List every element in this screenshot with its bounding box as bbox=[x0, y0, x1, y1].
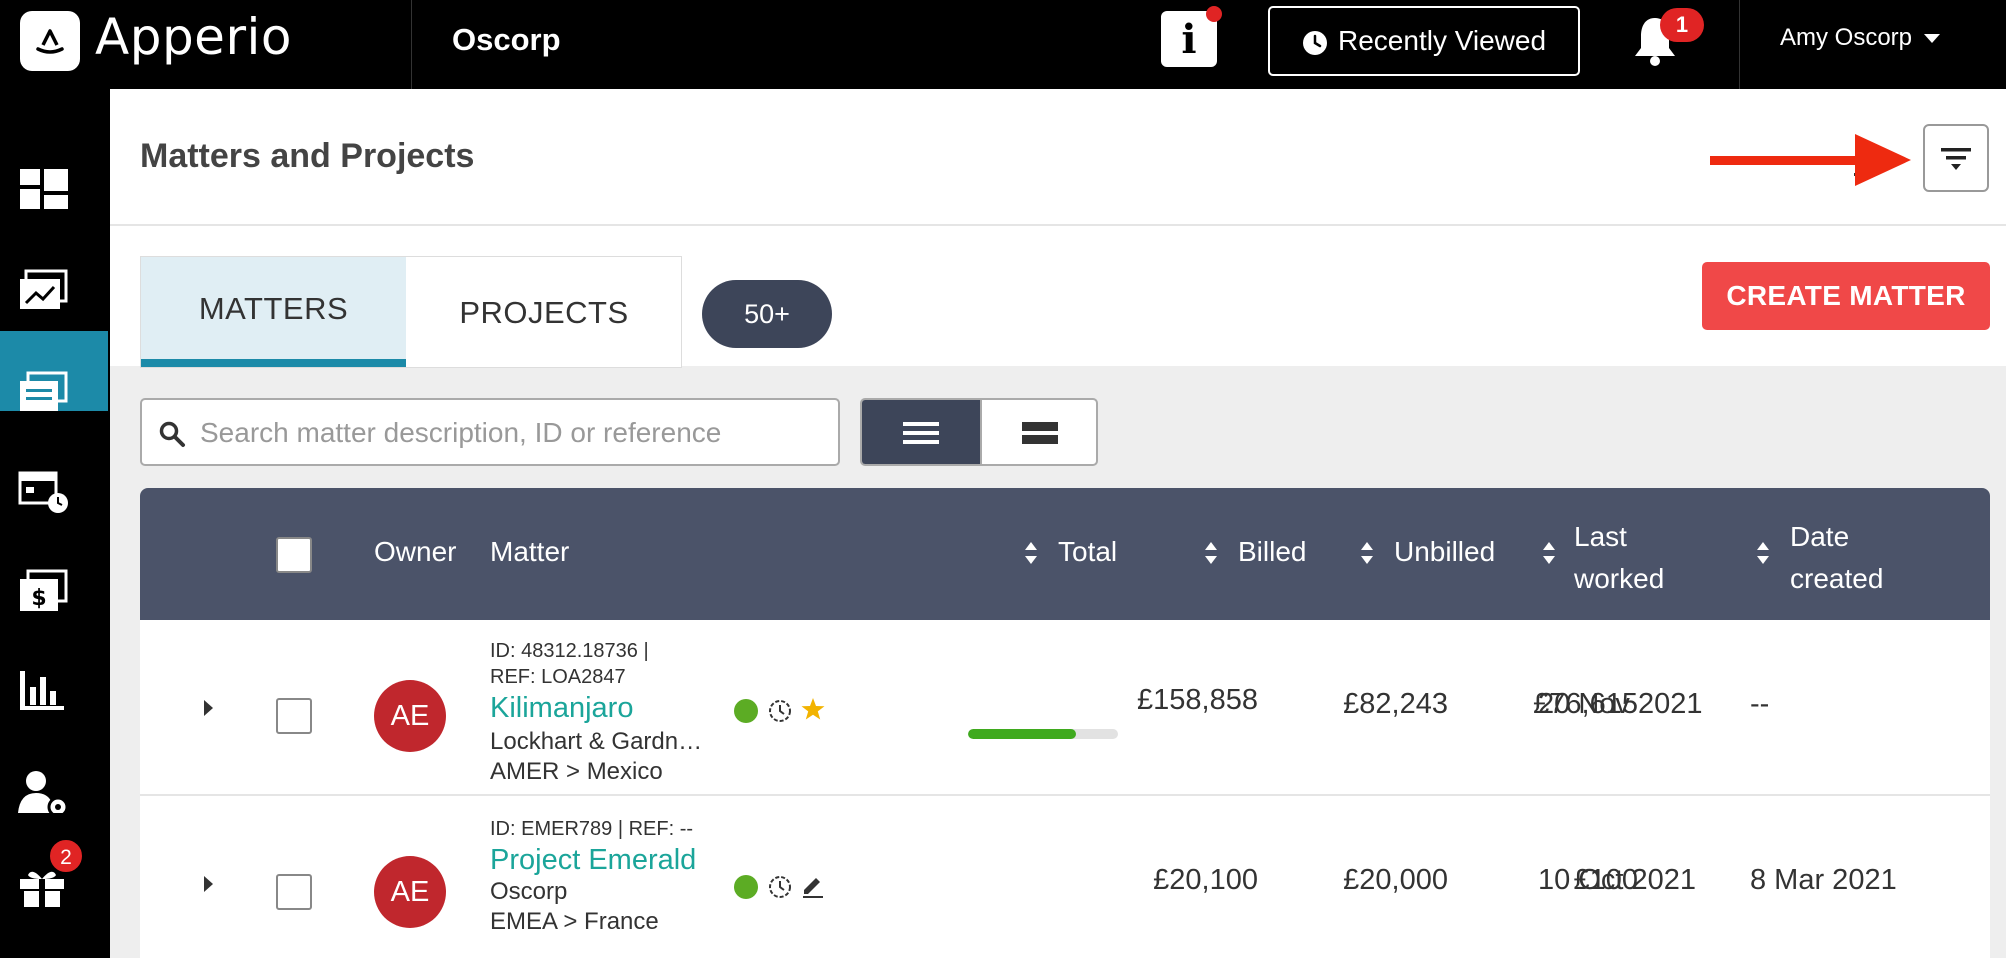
matter-project-tabs: MATTERS PROJECTS bbox=[140, 256, 682, 368]
invoices-icon: $ bbox=[20, 569, 68, 611]
sidebar: $ 2 bbox=[0, 89, 110, 958]
column-last-worked[interactable]: Last worked bbox=[1574, 516, 1664, 600]
timekeeping-icon bbox=[18, 471, 68, 513]
matter-id: ID: EMER789 | REF: -- bbox=[490, 818, 694, 840]
annotation-arrow bbox=[1710, 156, 1860, 165]
sidebar-item-reports[interactable] bbox=[0, 653, 108, 733]
billing-progress-fill bbox=[968, 729, 1076, 739]
edit-icon[interactable] bbox=[800, 872, 826, 898]
matter-name-link[interactable]: Project Emerald bbox=[490, 844, 696, 877]
sidebar-item-dashboard[interactable] bbox=[0, 151, 108, 231]
sidebar-item-analytics[interactable] bbox=[0, 253, 108, 333]
search-box bbox=[140, 398, 840, 466]
matter-name-link[interactable]: Kilimanjaro bbox=[490, 692, 633, 725]
sidebar-item-user-settings[interactable] bbox=[0, 753, 108, 833]
gift-count-badge: 2 bbox=[48, 838, 84, 874]
client-name: Oscorp bbox=[490, 878, 568, 905]
sort-icon[interactable] bbox=[1542, 541, 1556, 565]
column-matter[interactable]: Matter bbox=[490, 536, 569, 568]
tab-projects[interactable]: PROJECTS bbox=[406, 257, 682, 367]
table-row[interactable]: AE ID: EMER789 | REF: -- Project Emerald… bbox=[140, 798, 1990, 958]
row-checkbox[interactable] bbox=[276, 698, 312, 734]
notification-count-badge: 1 bbox=[1660, 8, 1704, 42]
client-name: Lockhart & Gardn… bbox=[490, 728, 703, 755]
filter-icon bbox=[1941, 148, 1971, 170]
clock-icon bbox=[1303, 31, 1327, 55]
status-active-icon bbox=[734, 699, 758, 723]
user-settings-icon bbox=[18, 771, 69, 813]
column-date-created-line2: created bbox=[1790, 563, 1884, 594]
last-worked-date: 10 Oct 2021 bbox=[1538, 864, 1696, 896]
sidebar-item-timekeeping[interactable] bbox=[0, 453, 108, 533]
column-last-worked-line1: Last bbox=[1574, 521, 1627, 552]
reports-icon bbox=[20, 671, 64, 710]
user-menu[interactable]: Amy Oscorp bbox=[1780, 24, 1912, 52]
list-compact-icon bbox=[903, 422, 939, 444]
apperio-logo-icon[interactable] bbox=[20, 11, 80, 71]
filter-button[interactable] bbox=[1923, 124, 1989, 192]
table-row[interactable]: AE ID: 48312.18736 | REF: LOA2847 Kilima… bbox=[140, 620, 1990, 796]
analytics-icon bbox=[20, 269, 68, 309]
star-icon[interactable] bbox=[800, 696, 826, 722]
column-billed[interactable]: Billed bbox=[1238, 536, 1306, 568]
matters-icon bbox=[20, 371, 68, 411]
last-worked-date: 20 Nov 2021 bbox=[1538, 688, 1703, 720]
divider bbox=[411, 0, 412, 89]
create-matter-button[interactable]: CREATE MATTER bbox=[1702, 262, 1990, 330]
row-checkbox[interactable] bbox=[276, 874, 312, 910]
sort-icon[interactable] bbox=[1204, 541, 1218, 565]
date-created: -- bbox=[1750, 688, 1770, 720]
status-active-icon bbox=[734, 875, 758, 899]
view-toggle bbox=[860, 398, 1098, 466]
select-all-checkbox[interactable] bbox=[276, 537, 312, 573]
search-icon bbox=[159, 421, 185, 447]
column-date-created-line1: Date bbox=[1790, 521, 1850, 552]
history-icon[interactable] bbox=[767, 698, 793, 724]
history-icon[interactable] bbox=[767, 874, 793, 900]
chevron-down-icon[interactable] bbox=[1924, 34, 1940, 43]
brand-name[interactable]: Apperio bbox=[95, 8, 292, 66]
column-owner[interactable]: Owner bbox=[374, 536, 456, 568]
matter-id: ID: 48312.18736 | bbox=[490, 640, 649, 662]
column-last-worked-line2: worked bbox=[1574, 563, 1665, 594]
recently-viewed-button[interactable]: Recently Viewed bbox=[1268, 6, 1580, 76]
search-input[interactable] bbox=[200, 412, 820, 454]
avatar: AE bbox=[374, 680, 446, 752]
expand-row-icon[interactable] bbox=[204, 700, 213, 716]
expand-row-icon[interactable] bbox=[204, 876, 213, 892]
region: AMER > Mexico bbox=[490, 758, 663, 785]
matter-ref: REF: LOA2847 bbox=[490, 666, 626, 688]
svg-text:$: $ bbox=[31, 586, 46, 611]
dashboard-icon bbox=[20, 169, 68, 209]
divider bbox=[110, 224, 2006, 226]
table-header: Owner Matter Total Billed Unbilled Last … bbox=[140, 488, 1990, 620]
info-notification-dot bbox=[1206, 6, 1222, 22]
region: EMEA > France bbox=[490, 908, 659, 935]
sort-icon[interactable] bbox=[1756, 541, 1770, 565]
sidebar-item-matters[interactable] bbox=[0, 331, 108, 411]
annotation-arrow-head bbox=[1855, 134, 1911, 186]
compact-view-button[interactable] bbox=[862, 400, 980, 464]
tab-matters[interactable]: MATTERS bbox=[141, 257, 406, 367]
expanded-view-button[interactable] bbox=[980, 400, 1096, 464]
org-name: Oscorp bbox=[452, 22, 561, 57]
matter-count-badge: 50+ bbox=[702, 280, 832, 348]
list-expanded-icon bbox=[1022, 422, 1058, 444]
column-date-created[interactable]: Date created bbox=[1790, 516, 1883, 600]
matters-table: Owner Matter Total Billed Unbilled Last … bbox=[140, 488, 1990, 958]
top-bar: Apperio Oscorp i Recently Viewed 1 Amy O… bbox=[0, 0, 2006, 89]
billing-progress-bar bbox=[968, 729, 1118, 739]
column-total[interactable]: Total bbox=[1058, 536, 1117, 568]
date-created: 8 Mar 2021 bbox=[1750, 864, 1897, 896]
avatar: AE bbox=[374, 856, 446, 928]
divider bbox=[1739, 0, 1740, 89]
sidebar-item-invoices[interactable]: $ bbox=[0, 553, 108, 633]
page-title: Matters and Projects bbox=[140, 137, 475, 175]
recently-viewed-label: Recently Viewed bbox=[1338, 25, 1547, 56]
sort-icon[interactable] bbox=[1360, 541, 1374, 565]
sort-icon[interactable] bbox=[1024, 541, 1038, 565]
column-unbilled[interactable]: Unbilled bbox=[1394, 536, 1495, 568]
